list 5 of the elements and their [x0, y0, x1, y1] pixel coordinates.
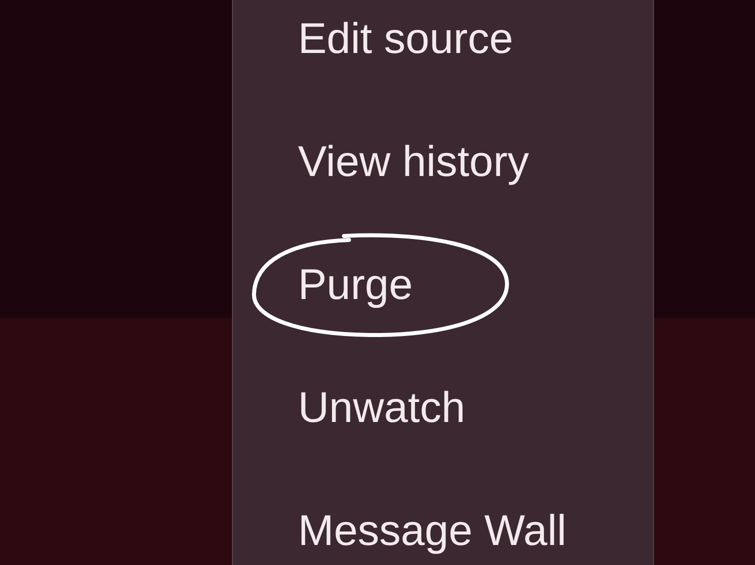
menu-item[interactable]: Unwatch	[298, 387, 466, 430]
menu-item[interactable]: Edit source	[298, 18, 514, 61]
menu-item[interactable]: Message Wall	[298, 510, 566, 553]
menu-item[interactable]: View history	[298, 141, 530, 184]
menu-item[interactable]: Purge	[298, 264, 413, 307]
